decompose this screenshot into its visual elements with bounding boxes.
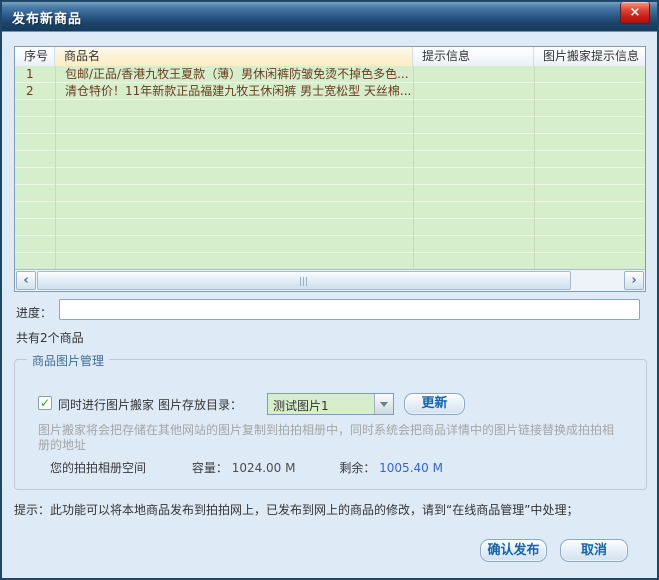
title-bar: 发布新商品 × bbox=[2, 2, 657, 32]
products-count: 共有2个商品 bbox=[16, 329, 84, 346]
scroll-right-icon: › bbox=[631, 273, 636, 288]
product-name-cell: 包邮/正品/香港九牧王夏款（薄）男休闲裤防皱免烫不掉色多色... bbox=[55, 66, 413, 83]
album-space-row: 您的拍拍相册空间 容量： 1024.00 M 剩余： 1005.40 M bbox=[50, 459, 443, 476]
scroll-right-button[interactable]: › bbox=[624, 271, 644, 290]
table-header: 序号 商品名 提示信息 图片搬家提示信息 bbox=[15, 47, 645, 66]
hint-text: 提示：此功能可以将本地商品发布到拍拍网上，已发布到网上的商品的修改，请到“在线商… bbox=[14, 501, 650, 518]
table-row[interactable]: 1 包邮/正品/香港九牧王夏款（薄）男休闲裤防皱免烫不掉色多色... bbox=[15, 66, 645, 83]
table-body: 1 包邮/正品/香港九牧王夏款（薄）男休闲裤防皱免烫不掉色多色... 2 清仓特… bbox=[15, 66, 645, 270]
capacity-value: 1024.00 M bbox=[232, 461, 296, 475]
column-header-hint[interactable]: 提示信息 bbox=[413, 47, 534, 66]
product-name-cell: 清仓特价！11年新款正品福建九牧王休闲裤 男士宽松型 天丝棉... bbox=[55, 83, 413, 100]
scrollbar-thumb[interactable] bbox=[37, 271, 571, 290]
chevron-down-icon bbox=[380, 402, 388, 407]
progress-label: 进度： bbox=[16, 304, 52, 321]
table-row[interactable]: 2 清仓特价！11年新款正品福建九牧王休闲裤 男士宽松型 天丝棉... bbox=[15, 83, 645, 100]
scroll-left-button[interactable]: ‹ bbox=[16, 271, 36, 290]
move-images-description: 图片搬家将会把存储在其他网站的图片复制到拍拍相册中，同时系统会把商品详情中的图片… bbox=[38, 423, 623, 453]
update-button[interactable]: 更新 bbox=[404, 393, 465, 415]
row-index-cell: 1 bbox=[15, 66, 55, 83]
publish-products-dialog: 发布新商品 × 序号 商品名 提示信息 图片搬家提示信息 1 包邮/正品/香港九… bbox=[0, 0, 659, 580]
column-header-image-hint[interactable]: 图片搬家提示信息 bbox=[534, 47, 645, 66]
scrollbar-grip-icon bbox=[300, 277, 308, 286]
column-header-name[interactable]: 商品名 bbox=[55, 47, 413, 66]
checkmark-icon: ✓ bbox=[40, 396, 50, 410]
capacity-label: 容量： bbox=[192, 461, 228, 475]
horizontal-scrollbar[interactable]: ‹ › bbox=[15, 269, 645, 291]
album-space-label: 您的拍拍相册空间 bbox=[50, 461, 146, 475]
image-management-group: 商品图片管理 ✓ 同时进行图片搬家 图片存放目录： 测试图片1 更新 图片搬家将… bbox=[14, 359, 647, 490]
directory-select[interactable]: 测试图片1 bbox=[267, 393, 394, 415]
dropdown-button[interactable] bbox=[374, 394, 393, 414]
confirm-publish-button[interactable]: 确认发布 bbox=[480, 539, 547, 562]
directory-label: 图片存放目录： bbox=[158, 396, 242, 413]
page-title: 发布新商品 bbox=[12, 8, 82, 27]
directory-selected-value: 测试图片1 bbox=[273, 397, 329, 414]
remaining-value: 1005.40 M bbox=[379, 461, 443, 475]
remaining-label: 剩余： bbox=[339, 461, 375, 475]
product-table: 序号 商品名 提示信息 图片搬家提示信息 1 包邮/正品/香港九牧王夏款（薄）男… bbox=[14, 46, 646, 292]
move-images-checkbox[interactable]: ✓ bbox=[38, 396, 52, 410]
group-title: 商品图片管理 bbox=[27, 352, 109, 369]
close-button[interactable]: × bbox=[620, 2, 650, 24]
move-images-label[interactable]: 同时进行图片搬家 bbox=[58, 396, 154, 413]
close-icon: × bbox=[630, 5, 641, 20]
progress-input[interactable] bbox=[59, 299, 640, 320]
cancel-button[interactable]: 取消 bbox=[560, 539, 628, 562]
scroll-left-icon: ‹ bbox=[23, 273, 28, 288]
column-header-index[interactable]: 序号 bbox=[15, 47, 55, 66]
row-index-cell: 2 bbox=[15, 83, 55, 100]
